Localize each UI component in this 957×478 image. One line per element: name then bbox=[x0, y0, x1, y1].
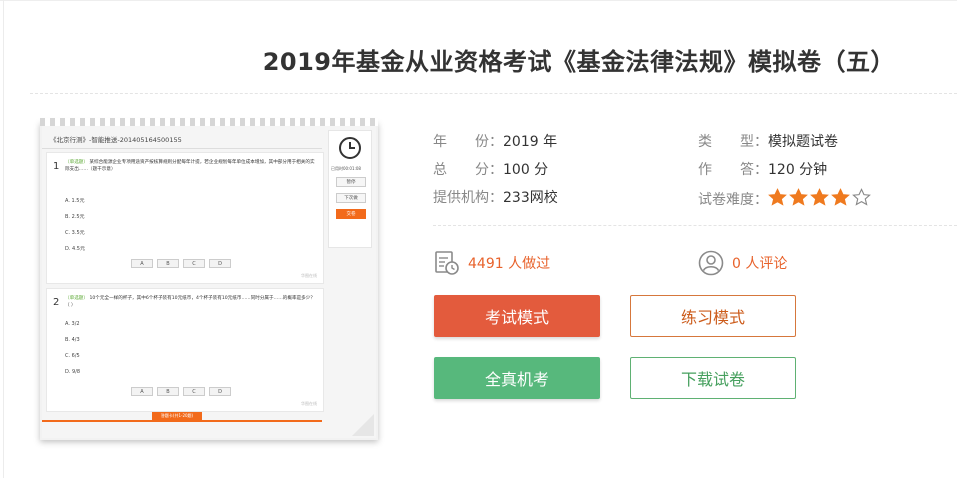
preview-watermark: 华图在线 bbox=[301, 273, 317, 278]
simulation-exam-button[interactable]: 全真机考 bbox=[434, 357, 600, 399]
left-border bbox=[3, 0, 4, 478]
meta-score-value: 100 分 bbox=[503, 162, 549, 178]
page-title: 2019年基金从业资格考试《基金法律法规》模拟卷（五） bbox=[262, 48, 895, 76]
preview-answer-button: B bbox=[157, 259, 179, 268]
preview-answer-row: A B C D bbox=[131, 259, 231, 268]
title-divider bbox=[30, 93, 957, 94]
meta-type-value: 模拟题试卷 bbox=[768, 134, 838, 150]
meta-difficulty: 试卷难度： bbox=[698, 188, 871, 210]
preview-question-tag: （单选题） bbox=[65, 296, 88, 301]
preview-watermark: 华图在线 bbox=[301, 401, 317, 406]
exam-history-icon bbox=[435, 251, 459, 275]
done-count-text: 4491 人做过 bbox=[468, 256, 551, 272]
preview-question-body: 某综合能源企业专项用途资产按核算规则分配每年计提，若企业规划每年单位成本增加，其… bbox=[65, 160, 315, 172]
preview-option: B. 4/3 bbox=[65, 337, 80, 343]
page-curl bbox=[352, 414, 374, 436]
preview-option: A. 3/2 bbox=[65, 321, 80, 327]
preview-answer-button: B bbox=[157, 387, 179, 396]
star-filled-icon bbox=[810, 188, 829, 206]
preview-submit-button: 交卷 bbox=[336, 209, 366, 219]
preview-option: A. 1.5元 bbox=[65, 198, 85, 204]
preview-question-number: 1 bbox=[53, 161, 60, 172]
meta-provider-value: 233网校 bbox=[503, 190, 558, 206]
meta-provider: 提供机构：233网校 bbox=[433, 188, 558, 208]
preview-answer-button: C bbox=[183, 387, 205, 396]
preview-question-text: （单选题） 10个元全一样的杯子，其中6个杯子装有10元纸币，4个杯子装有10元… bbox=[65, 295, 317, 309]
meta-time-label: 作 答： bbox=[698, 162, 768, 178]
done-count-stat: 4491 人做过 bbox=[434, 250, 550, 276]
preview-answer-button: A bbox=[131, 259, 153, 268]
preview-question-number: 2 bbox=[53, 297, 60, 308]
meta-difficulty-label: 试卷难度： bbox=[698, 192, 768, 208]
preview-header: 《北京行测》-智能推送-201405164500155 bbox=[50, 136, 182, 144]
preview-pause-button: 暂停 bbox=[336, 177, 366, 187]
preview-option: C. 6/5 bbox=[65, 353, 80, 359]
exam-mode-button[interactable]: 考试模式 bbox=[434, 295, 600, 337]
comment-count-text[interactable]: 0 人评论 bbox=[732, 253, 787, 273]
practice-mode-button[interactable]: 练习模式 bbox=[630, 295, 796, 337]
preview-paper: 《北京行测》-智能推送-201405164500155 1 （单选题） 某综合能… bbox=[42, 126, 376, 438]
preview-question-text: （单选题） 某综合能源企业专项用途资产按核算规则分配每年计提，若企业规划每年单位… bbox=[65, 159, 317, 173]
preview-torn-edge bbox=[40, 118, 378, 126]
meta-year: 年 份：2019 年 bbox=[433, 132, 557, 152]
difficulty-stars bbox=[768, 188, 871, 206]
preview-answer-card-button: 答题卡(共1-20题) bbox=[152, 412, 202, 420]
preview-footer-line bbox=[42, 420, 322, 422]
section-divider bbox=[433, 225, 957, 226]
star-filled-icon bbox=[768, 188, 787, 206]
preview-answer-button: D bbox=[209, 387, 231, 396]
preview-option: D. 9/8 bbox=[65, 369, 81, 375]
meta-time: 作 答：120 分钟 bbox=[698, 160, 827, 180]
preview-option: C. 3.5元 bbox=[65, 230, 85, 236]
comment-count-stat[interactable]: 0 人评论 bbox=[698, 250, 787, 276]
preview-option: D. 4.5元 bbox=[65, 246, 85, 252]
top-border bbox=[0, 0, 957, 4]
preview-later-button: 下次做 bbox=[336, 193, 366, 203]
meta-type-label: 类 型： bbox=[698, 134, 768, 150]
preview-answer-button: C bbox=[183, 259, 205, 268]
meta-score-label: 总 分： bbox=[433, 162, 503, 178]
preview-header-line bbox=[42, 148, 322, 149]
download-paper-button[interactable]: 下载试卷 bbox=[630, 357, 796, 399]
preview-question-1: 1 （单选题） 某综合能源企业专项用途资产按核算规则分配每年计提，若企业规划每年… bbox=[46, 152, 324, 284]
preview-answer-row: A B C D bbox=[131, 387, 231, 396]
meta-type: 类 型：模拟题试卷 bbox=[698, 132, 838, 152]
clock-icon bbox=[339, 137, 361, 159]
preview-question-body: 10个元全一样的杯子，其中6个杯子装有10元纸币，4个杯子装有10元纸币……同时… bbox=[65, 296, 315, 308]
user-icon bbox=[698, 250, 724, 276]
exam-preview-thumbnail[interactable]: 《北京行测》-智能推送-201405164500155 1 （单选题） 某综合能… bbox=[40, 118, 378, 440]
star-empty-icon bbox=[852, 188, 871, 206]
preview-option: B. 2.5元 bbox=[65, 214, 85, 220]
preview-question-2: 2 （单选题） 10个元全一样的杯子，其中6个杯子装有10元纸币，4个杯子装有1… bbox=[46, 288, 324, 412]
preview-answer-button: A bbox=[131, 387, 153, 396]
meta-year-label: 年 份： bbox=[433, 134, 503, 150]
meta-year-value: 2019 年 bbox=[503, 134, 558, 150]
meta-time-value: 120 分钟 bbox=[768, 162, 828, 178]
preview-answer-button: D bbox=[209, 259, 231, 268]
preview-question-tag: （单选题） bbox=[65, 160, 88, 165]
preview-side-panel: 已用时00:01:08 暂停 下次做 交卷 bbox=[328, 130, 372, 248]
meta-score: 总 分：100 分 bbox=[433, 160, 548, 180]
preview-timer: 已用时00:01:08 bbox=[331, 166, 361, 171]
meta-provider-label: 提供机构： bbox=[433, 190, 503, 206]
star-filled-icon bbox=[789, 188, 808, 206]
star-filled-icon bbox=[831, 188, 850, 206]
